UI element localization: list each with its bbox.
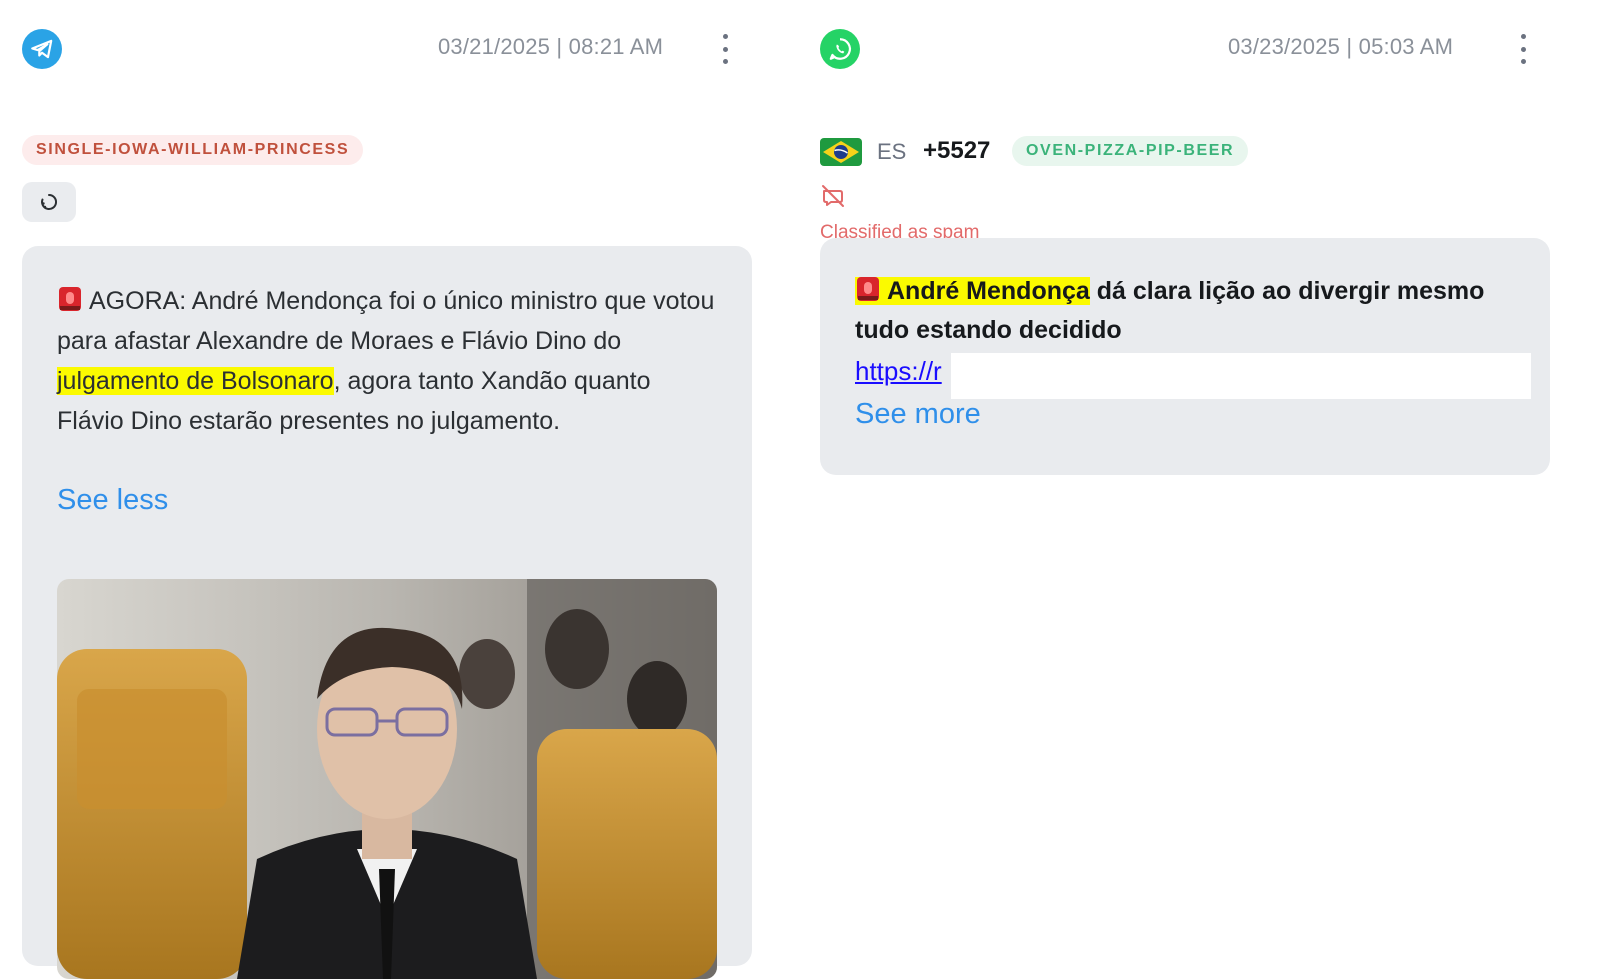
spam-off-icon bbox=[822, 185, 844, 207]
see-more-link[interactable]: See more bbox=[855, 398, 981, 431]
see-less-link[interactable]: See less bbox=[57, 484, 168, 517]
siren-emoji-icon bbox=[857, 277, 879, 301]
message-text: AGORA: André Mendonça foi o único minist… bbox=[57, 287, 715, 435]
spinner-icon bbox=[41, 193, 58, 210]
post-timestamp: 03/21/2025 | 08:21 AM bbox=[438, 34, 664, 59]
message-card: André Mendonça dá clara lição ao divergi… bbox=[820, 238, 1550, 475]
message-text: André Mendonça dá clara lição ao divergi… bbox=[855, 277, 1485, 344]
more-options-icon[interactable] bbox=[720, 34, 730, 64]
phone-prefix: +5527 bbox=[923, 137, 991, 164]
siren-emoji-icon bbox=[59, 287, 81, 311]
keyword-highlight: André Mendonça bbox=[855, 277, 1090, 305]
message-link[interactable]: https://r bbox=[855, 356, 942, 387]
post-timestamp: 03/23/2025 | 05:03 AM bbox=[1228, 34, 1454, 59]
codename-tag[interactable]: SINGLE-IOWA-WILLIAM-PRINCESS bbox=[22, 135, 364, 165]
whatsapp-icon bbox=[820, 29, 860, 69]
loading-spinner-button[interactable] bbox=[22, 182, 76, 222]
redacted-region bbox=[951, 353, 1531, 399]
message-card: AGORA: André Mendonça foi o único minist… bbox=[22, 246, 752, 979]
keyword-highlight: julgamento de Bolsonaro bbox=[57, 367, 334, 395]
brazil-flag-icon bbox=[820, 138, 862, 166]
post-card-telegram: 03/21/2025 | 08:21 AM SINGLE-IOWA-WILLIA… bbox=[0, 0, 800, 979]
post-card-whatsapp: 03/23/2025 | 05:03 AM ES +5527 OVEN-PIZZ… bbox=[800, 0, 1600, 946]
photo-icon bbox=[57, 579, 717, 979]
telegram-icon bbox=[22, 29, 62, 69]
post-image[interactable] bbox=[57, 579, 717, 979]
more-options-icon[interactable] bbox=[1518, 34, 1528, 64]
codename-tag[interactable]: OVEN-PIZZA-PIP-BEER bbox=[1012, 136, 1249, 166]
country-code: ES bbox=[877, 139, 907, 164]
